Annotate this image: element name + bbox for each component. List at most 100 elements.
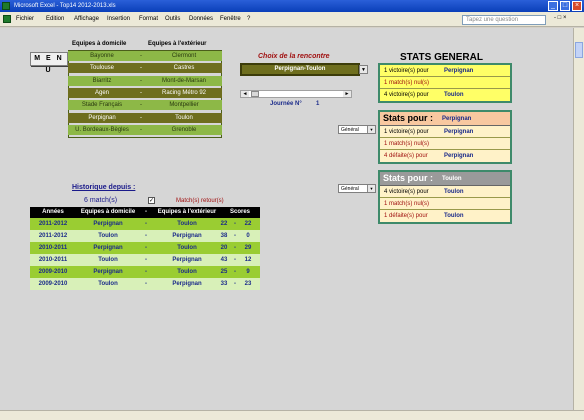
chevron-down-icon[interactable]: ▼ bbox=[367, 185, 375, 192]
close-button[interactable]: × bbox=[572, 1, 582, 11]
historique-sep: - bbox=[145, 257, 147, 263]
stats-line: 4 victoire(s) pour Toulon bbox=[380, 186, 510, 198]
match-home: Bayonne bbox=[90, 53, 114, 59]
historique-dash: - bbox=[234, 233, 236, 239]
menu-insertion[interactable]: Insertion bbox=[107, 16, 130, 22]
stats-text: 1 victoire(s) pour bbox=[384, 68, 429, 74]
match-row: Bayonne - Clermont bbox=[68, 51, 222, 61]
historique-count: 6 match(s) bbox=[84, 197, 118, 204]
retour-checkbox[interactable]: ✓ bbox=[148, 197, 155, 204]
historique-title: Historique depuis : bbox=[72, 184, 136, 191]
match-home: U. Bordeaux-Bègles bbox=[75, 126, 129, 133]
stats-general-box: 1 victoire(s) pour Perpignan 1 match(s) n… bbox=[378, 63, 512, 103]
menu-edition[interactable]: Edition bbox=[46, 16, 64, 22]
stats-text: 1 match(s) nul(s) bbox=[384, 141, 430, 147]
historique-header: Années Equipes à domicile - Equipes à l'… bbox=[30, 207, 260, 218]
stats-line: 1 match(s) nul(s) bbox=[380, 138, 510, 150]
menu-outils[interactable]: Outils bbox=[165, 16, 180, 22]
match-sep: - bbox=[140, 114, 142, 121]
minimize-button[interactable]: _ bbox=[548, 1, 558, 11]
menu-donnees[interactable]: Données bbox=[189, 16, 213, 22]
excel-app-icon bbox=[2, 2, 10, 10]
scroll-thumb[interactable] bbox=[575, 42, 583, 58]
chevron-down-icon[interactable]: ▼ bbox=[367, 126, 375, 133]
workbook-icon[interactable] bbox=[3, 15, 11, 23]
title-bar: Microsoft Excel - Top14 2012-2013.xls _ … bbox=[0, 0, 584, 12]
menu-fichier[interactable]: Fichier bbox=[16, 16, 34, 22]
stats-away-box: Stats pour : Toulon 4 victoire(s) pour Tou… bbox=[378, 170, 512, 224]
journee-value: 1 bbox=[316, 101, 320, 107]
stats-home-box: Stats pour : Perpignan 1 victoire(s) pour… bbox=[378, 110, 512, 164]
menu-format[interactable]: Format bbox=[139, 16, 158, 22]
historique-year: 2009-2010 bbox=[38, 269, 68, 275]
chevron-left-icon[interactable]: ◄ bbox=[241, 91, 249, 97]
dropdown-value: Général bbox=[341, 186, 359, 192]
stats-home-header: Stats pour : Perpignan bbox=[380, 112, 510, 126]
stats-text: 4 défaite(s) pour bbox=[384, 153, 428, 159]
stats-home-dropdown[interactable]: Général ▼ bbox=[338, 125, 376, 134]
slider-knob[interactable] bbox=[251, 91, 259, 97]
match-sep: - bbox=[140, 53, 142, 59]
chevron-down-icon[interactable]: ▼ bbox=[359, 65, 368, 74]
historique-row: 2011-2012 Perpignan - Toulon 22-22 bbox=[30, 218, 260, 230]
match-select[interactable]: Perpignan-Toulon bbox=[240, 63, 360, 76]
match-home: Toulouse bbox=[89, 65, 115, 72]
match-row: Perpignan - Toulon bbox=[68, 112, 222, 123]
home-teams-header: Equipes à domicile bbox=[72, 41, 127, 47]
dropdown-value: Général bbox=[341, 127, 359, 133]
stats-team: Perpignan bbox=[444, 68, 474, 74]
historique-away: Toulon bbox=[177, 245, 197, 251]
match-away: Grenoble bbox=[171, 126, 197, 133]
stats-away-dropdown[interactable]: Général ▼ bbox=[338, 184, 376, 193]
away-teams-header: Equipes à l'extérieur bbox=[148, 41, 207, 47]
historique-sep: - bbox=[145, 233, 147, 239]
historique-home: Toulon bbox=[98, 281, 118, 287]
historique-row: 2009-2010 Perpignan - Toulon 25-9 bbox=[30, 266, 260, 278]
status-bar bbox=[0, 410, 584, 420]
match-sep: - bbox=[140, 126, 142, 133]
historique-dash: - bbox=[234, 245, 236, 251]
match-row: Stade Français - Montpellier bbox=[68, 100, 222, 111]
stats-team: Toulon bbox=[442, 176, 462, 182]
help-search-input[interactable]: Tapez une question bbox=[462, 15, 546, 25]
historique-away: Perpignan bbox=[172, 233, 202, 239]
historique-year: 2011-2012 bbox=[38, 233, 68, 239]
historique-s2: 23 bbox=[244, 281, 252, 287]
historique-away: Perpignan bbox=[172, 257, 202, 263]
stats-line: 1 victoire(s) pour Perpignan bbox=[380, 65, 510, 77]
historique-sep: - bbox=[145, 281, 147, 287]
stats-team: Perpignan bbox=[442, 116, 472, 122]
historique-s2: 12 bbox=[244, 257, 252, 263]
historique-row: 2010-2011 Perpignan - Toulon 20-29 bbox=[30, 242, 260, 254]
stats-team: Toulon bbox=[444, 189, 464, 195]
chevron-right-icon[interactable]: ► bbox=[343, 91, 351, 97]
retour-label: Match(s) retour(s) bbox=[176, 198, 224, 204]
match-away: Mont-de-Marsan bbox=[161, 77, 206, 84]
match-home: Stade Français bbox=[81, 102, 123, 109]
header-year: Années bbox=[42, 209, 64, 215]
vertical-scrollbar[interactable] bbox=[573, 28, 584, 418]
journee-scrollbar[interactable]: ◄ ► bbox=[240, 90, 352, 98]
historique-home: Toulon bbox=[98, 233, 118, 239]
menu-help[interactable]: ? bbox=[247, 16, 250, 22]
match-away: Castres bbox=[173, 65, 195, 72]
stats-team: Perpignan bbox=[444, 153, 474, 159]
menu-affichage[interactable]: Affichage bbox=[74, 16, 99, 22]
historique-s2: 29 bbox=[244, 245, 252, 251]
stats-team: Toulon bbox=[444, 92, 464, 98]
choix-title: Choix de la rencontre bbox=[258, 53, 330, 60]
historique-row: 2011-2012 Toulon - Perpignan 38-0 bbox=[30, 230, 260, 242]
menu-fenetre[interactable]: Fenêtre bbox=[220, 16, 241, 22]
match-sep: - bbox=[140, 65, 142, 72]
historique-home: Toulon bbox=[98, 257, 118, 263]
historique-s2: 9 bbox=[246, 269, 250, 275]
historique-sep: - bbox=[145, 269, 147, 275]
menu-bar: Fichier Edition Affichage Insertion Form… bbox=[0, 12, 584, 27]
maximize-button[interactable]: □ bbox=[560, 1, 570, 11]
menu-button[interactable]: M E N U bbox=[30, 52, 68, 74]
stats-label: Stats pour : bbox=[383, 113, 434, 123]
match-row: Agen - Racing Métro 92 bbox=[68, 87, 222, 98]
historique-year: 2009-2010 bbox=[38, 281, 68, 287]
doc-window-buttons[interactable]: - □ × bbox=[554, 15, 566, 21]
historique-s2: 22 bbox=[244, 221, 252, 227]
